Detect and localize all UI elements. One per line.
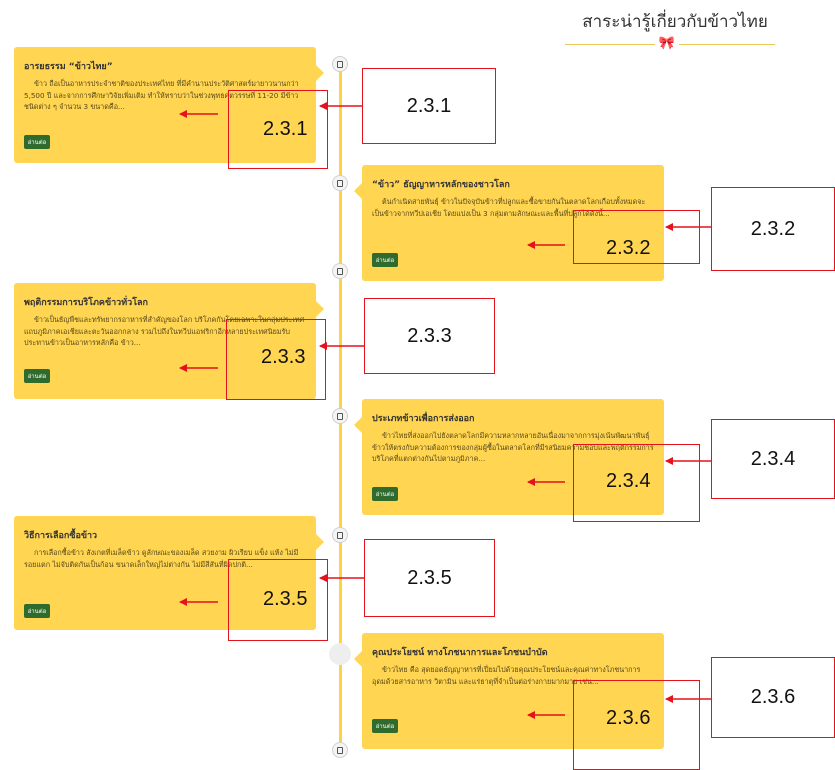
- annotation-arrows: [179, 102, 711, 719]
